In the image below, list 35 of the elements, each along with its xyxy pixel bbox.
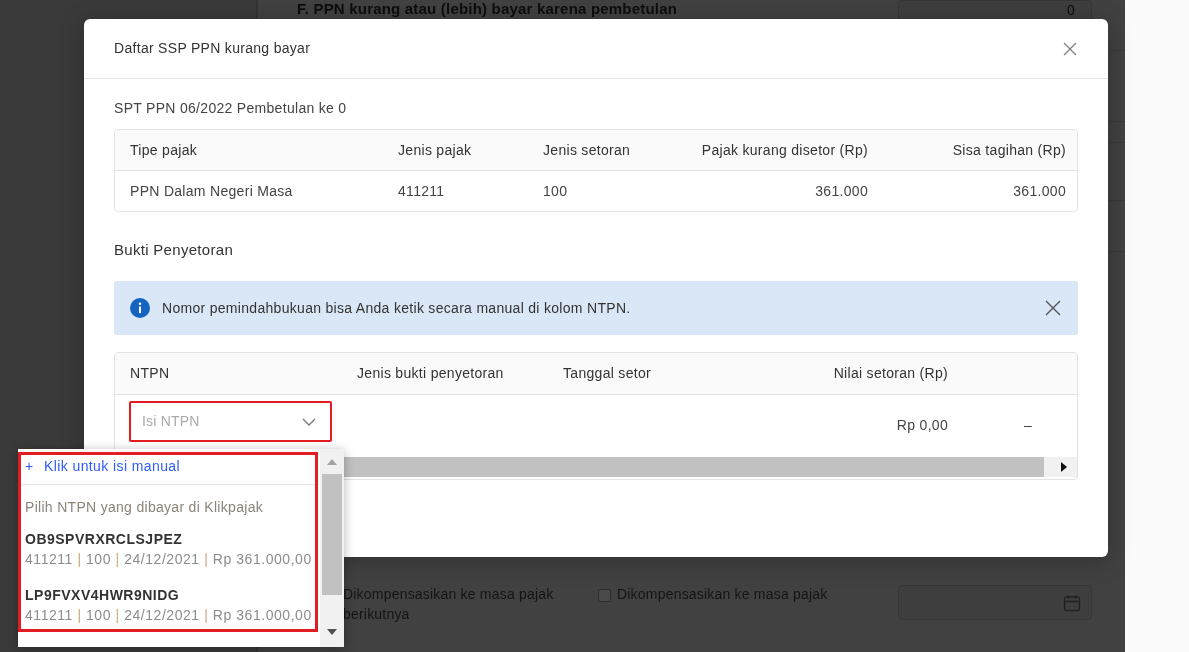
column-header: Pajak kurang disetor (Rp) bbox=[700, 140, 869, 160]
column-header: Tanggal setor bbox=[562, 364, 652, 383]
arrow-right-icon[interactable] bbox=[1061, 462, 1067, 472]
section-title: Bukti Penyetoran bbox=[114, 240, 235, 260]
table-cell-text: 361.000 bbox=[1012, 181, 1067, 201]
arrow-up-icon[interactable] bbox=[327, 459, 337, 465]
column-header: Sisa tagihan (Rp) bbox=[951, 140, 1067, 160]
vertical-scrollbar[interactable] bbox=[320, 449, 344, 647]
table-cell-text: 361.000 bbox=[814, 181, 869, 201]
checkbox[interactable] bbox=[598, 589, 611, 602]
table-cell-text: Rp 0,00 bbox=[895, 415, 949, 435]
arrow-down-icon[interactable] bbox=[327, 629, 337, 635]
dialog-title: Daftar SSP PPN kurang bayar bbox=[114, 39, 311, 58]
table-cell-text: 100 bbox=[542, 181, 569, 201]
close-icon[interactable] bbox=[1045, 300, 1061, 316]
date-field[interactable] bbox=[898, 585, 1092, 620]
table-cell-text: PPN Dalam Negeri Masa bbox=[129, 181, 294, 201]
subtitle: SPT PPN 06/2022 Pembetulan ke 0 bbox=[114, 99, 348, 118]
column-header: Jenis setoran bbox=[542, 140, 632, 160]
table-cell-text: – bbox=[1024, 415, 1032, 435]
column-header: NTPN bbox=[129, 364, 171, 383]
column-header: Jenis bukti penyetoran bbox=[356, 364, 505, 383]
column-header: Jenis pajak bbox=[397, 140, 473, 160]
column-header: Tipe pajak bbox=[129, 140, 199, 160]
chevron-down-icon[interactable] bbox=[302, 417, 316, 426]
table-cell-text: 411211 bbox=[397, 181, 446, 201]
column-header: Nilai setoran (Rp) bbox=[832, 364, 949, 383]
plus-icon: + bbox=[25, 456, 44, 476]
notice-text: Nomor pemindahbukuan bisa Anda ketik secara manual di kolom NTPN. bbox=[162, 298, 632, 318]
group-label: Pilih NTPN yang dibayar di Klikpajak bbox=[24, 498, 264, 517]
calendar-icon[interactable] bbox=[1063, 593, 1081, 612]
info-icon bbox=[130, 298, 150, 318]
manual-entry-option[interactable]: + Klik untuk isi manual bbox=[21, 455, 315, 485]
scrollbar-thumb[interactable] bbox=[322, 474, 342, 595]
close-icon[interactable] bbox=[1063, 41, 1077, 56]
